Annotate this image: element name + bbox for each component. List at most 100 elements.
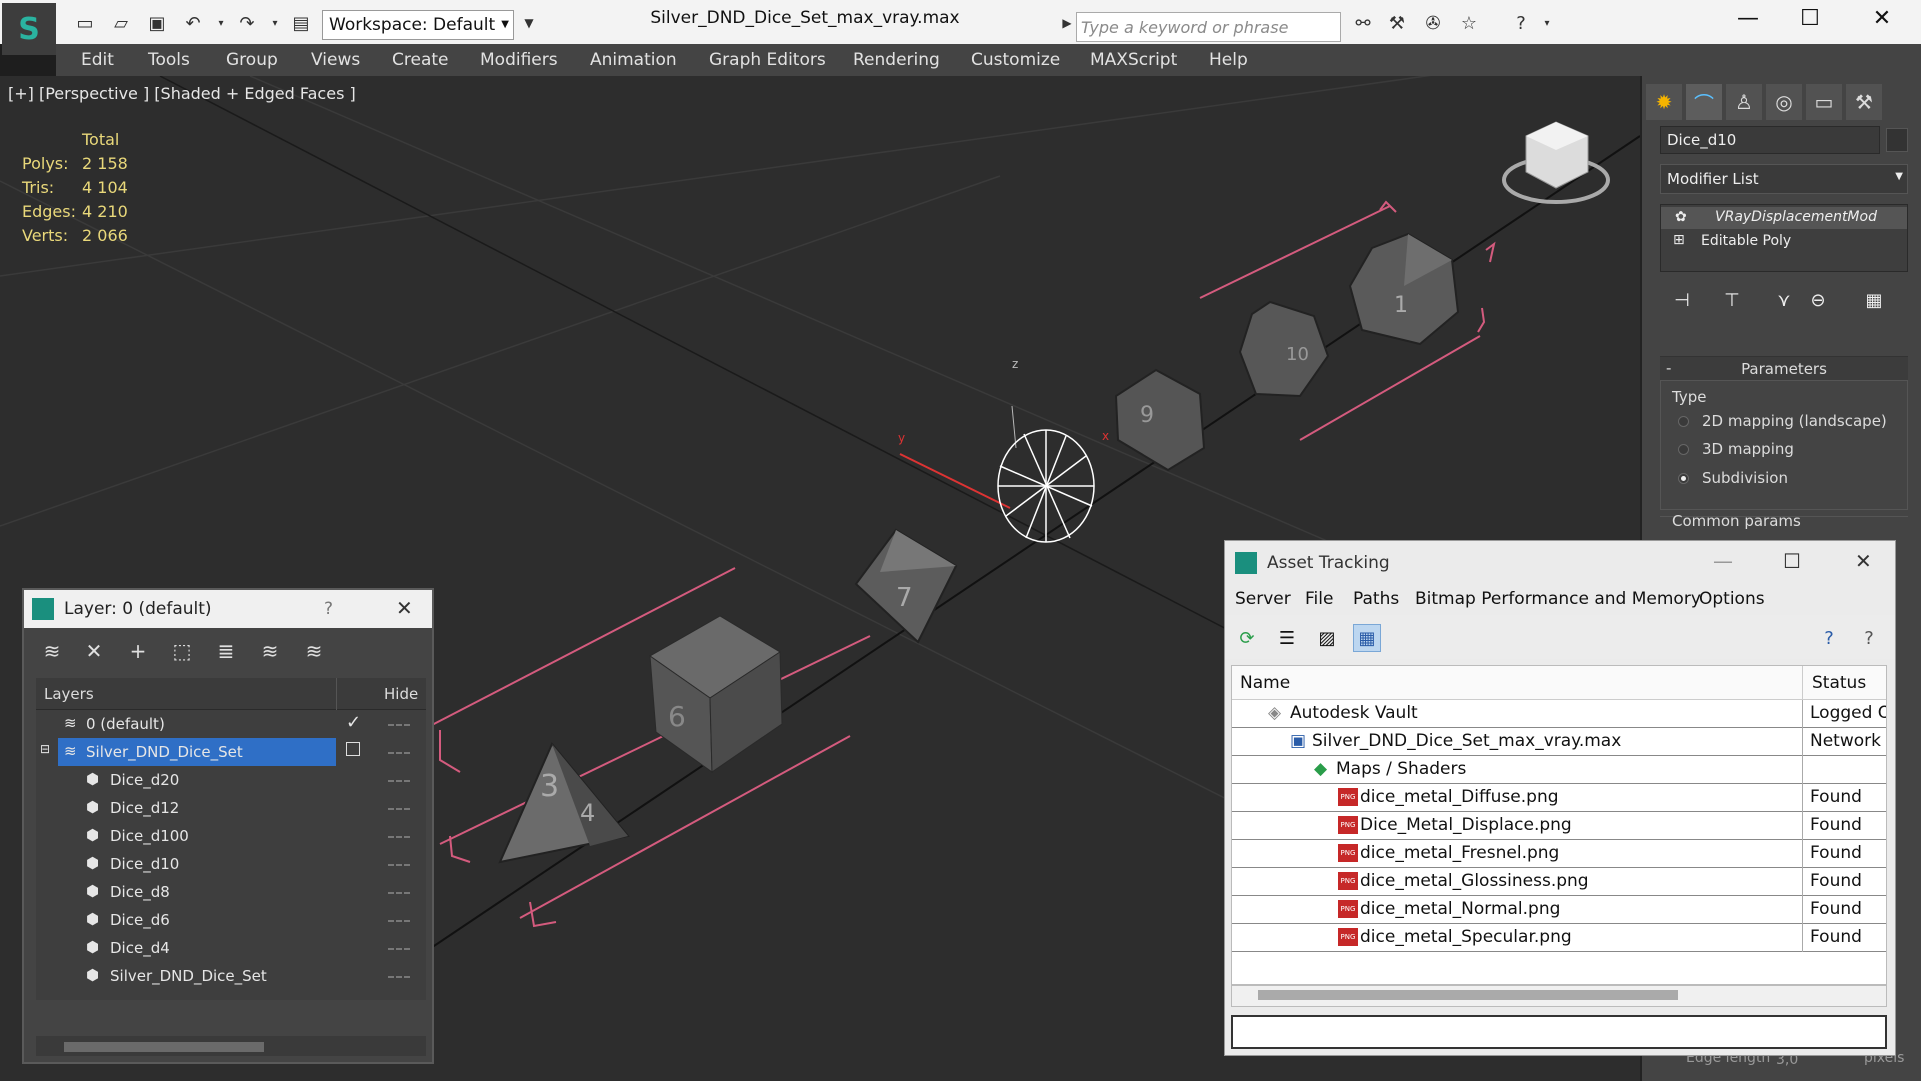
- tools-icon[interactable]: ⚒: [1384, 10, 1410, 36]
- asset-row-texture[interactable]: PNG dice_metal_Normal.png Found: [1232, 896, 1886, 924]
- column-header-hide[interactable]: Hide: [384, 685, 418, 703]
- communication-icon[interactable]: ✇: [1420, 10, 1446, 36]
- menu-create[interactable]: Create: [392, 50, 449, 70]
- utilities-tab-icon[interactable]: ⚒: [1846, 84, 1882, 120]
- asset-tracking-titlebar[interactable]: Asset Tracking — ☐ ✕: [1225, 541, 1895, 585]
- asset-row-maps-shaders[interactable]: ◆ Maps / Shaders: [1232, 756, 1886, 784]
- expand-plus-icon[interactable]: ⊞: [1673, 232, 1685, 248]
- layer-row-dice-d20[interactable]: ⬢ Dice_d20: [36, 766, 426, 794]
- collapse-minus-icon[interactable]: ⊟: [40, 742, 50, 756]
- asset-row-texture[interactable]: PNG dice_metal_Diffuse.png Found: [1232, 784, 1886, 812]
- object-name-field[interactable]: Dice_d10: [1660, 126, 1880, 154]
- refresh-icon[interactable]: ⟳: [1233, 624, 1261, 652]
- layer-row-silver-dnd-dice-set-object[interactable]: ⬢ Silver_DND_Dice_Set: [36, 962, 426, 990]
- minimize-button[interactable]: —: [1728, 6, 1768, 36]
- layer-row-dice-d100[interactable]: ⬢ Dice_d100: [36, 822, 426, 850]
- hierarchy-tab-icon[interactable]: ♙: [1726, 84, 1762, 120]
- hide-toggle[interactable]: [388, 752, 410, 755]
- delete-layer-icon[interactable]: ✕: [80, 638, 108, 664]
- current-layer-check-icon[interactable]: ✓: [346, 712, 361, 733]
- layer-row-dice-d6[interactable]: ⬢ Dice_d6: [36, 906, 426, 934]
- new-file-icon[interactable]: ▭: [72, 10, 98, 36]
- radio-3d-mapping[interactable]: [1678, 444, 1689, 455]
- menu-server[interactable]: Server: [1235, 589, 1291, 609]
- undo-dropdown-icon[interactable]: ▾: [208, 10, 234, 36]
- project-icon[interactable]: ▤: [288, 10, 314, 36]
- add-to-layer-icon[interactable]: +: [124, 638, 152, 664]
- minimize-button[interactable]: —: [1713, 549, 1733, 573]
- context-help-icon[interactable]: ?: [1855, 624, 1883, 652]
- menu-animation[interactable]: Animation: [590, 50, 677, 70]
- layer-row-silver-dnd-dice-set[interactable]: ⊟ ≋ Silver_DND_Dice_Set: [36, 738, 426, 766]
- search-input[interactable]: Type a keyword or phrase: [1076, 12, 1341, 42]
- maximize-button[interactable]: ☐: [1790, 6, 1830, 36]
- menu-modifiers[interactable]: Modifiers: [480, 50, 558, 70]
- select-objects-icon[interactable]: ⬚: [168, 638, 196, 664]
- pin-stack-icon[interactable]: ⊣: [1668, 286, 1696, 314]
- maximize-button[interactable]: ☐: [1783, 549, 1801, 573]
- help-question-icon[interactable]: ?: [324, 599, 333, 619]
- close-button[interactable]: ✕: [1862, 6, 1902, 36]
- menu-customize[interactable]: Customize: [971, 50, 1060, 70]
- modifier-list-dropdown[interactable]: Modifier List ▼: [1660, 164, 1908, 194]
- layer-row-default[interactable]: ≋ 0 (default) ✓: [36, 710, 426, 738]
- object-color-swatch[interactable]: [1886, 128, 1908, 152]
- menu-edit[interactable]: Edit: [81, 50, 114, 70]
- menu-rendering[interactable]: Rendering: [853, 50, 940, 70]
- asset-row-texture[interactable]: PNG dice_metal_Specular.png Found: [1232, 924, 1886, 952]
- hide-toggle[interactable]: [388, 864, 410, 867]
- layer-explorer-titlebar[interactable]: Layer: 0 (default) ? ✕: [24, 590, 432, 628]
- configure-modifier-sets-icon[interactable]: ▦: [1860, 286, 1888, 314]
- asset-row-autodesk-vault[interactable]: ◈ Autodesk Vault Logged O: [1232, 700, 1886, 728]
- hide-toggle[interactable]: [388, 780, 410, 783]
- asset-horizontal-scrollbar[interactable]: [1231, 985, 1887, 1007]
- asset-row-texture[interactable]: PNG dice_metal_Fresnel.png Found: [1232, 840, 1886, 868]
- close-icon[interactable]: ✕: [396, 596, 413, 620]
- asset-row-texture[interactable]: PNG Dice_Metal_Displace.png Found: [1232, 812, 1886, 840]
- list-view-icon[interactable]: ☰: [1273, 624, 1301, 652]
- help-icon[interactable]: ?: [1815, 624, 1843, 652]
- column-header-layers[interactable]: Layers: [44, 685, 94, 703]
- menu-views[interactable]: Views: [311, 50, 360, 70]
- parameters-rollout-header[interactable]: - Parameters: [1660, 356, 1908, 380]
- menu-options[interactable]: Options: [1699, 589, 1765, 609]
- display-tab-icon[interactable]: ▭: [1806, 84, 1842, 120]
- menu-maxscript[interactable]: MAXScript: [1090, 50, 1177, 70]
- layer-row-dice-d4[interactable]: ⬢ Dice_d4: [36, 934, 426, 962]
- radio-subdivision[interactable]: [1678, 473, 1689, 484]
- menu-group[interactable]: Group: [226, 50, 278, 70]
- set-current-layer-icon[interactable]: ≋: [256, 638, 284, 664]
- select-layers-icon[interactable]: ≣: [212, 638, 240, 664]
- menu-paths[interactable]: Paths: [1353, 589, 1399, 609]
- hide-toggle[interactable]: [388, 976, 410, 979]
- hide-toggle[interactable]: [388, 892, 410, 895]
- menu-help[interactable]: Help: [1209, 50, 1248, 70]
- make-unique-icon[interactable]: ⋎: [1770, 286, 1798, 314]
- column-header-status[interactable]: Status: [1812, 673, 1866, 693]
- binoculars-icon[interactable]: ⚯: [1350, 10, 1376, 36]
- set-current-checkbox[interactable]: [346, 742, 360, 756]
- layer-row-dice-d8[interactable]: ⬢ Dice_d8: [36, 878, 426, 906]
- undo-icon[interactable]: ↶: [180, 10, 206, 36]
- show-end-result-icon[interactable]: ⊤: [1718, 286, 1746, 314]
- table-view-icon[interactable]: ▦: [1353, 624, 1381, 652]
- viewport-label[interactable]: [+] [Perspective ] [Shaded + Edged Faces…: [8, 84, 356, 103]
- remove-modifier-icon[interactable]: ⊖: [1804, 286, 1832, 314]
- create-layer-icon[interactable]: ≋: [38, 638, 66, 664]
- workspace-menu-icon[interactable]: ▼: [516, 10, 542, 36]
- help-dropdown-icon[interactable]: ▾: [1534, 10, 1560, 36]
- layer-horizontal-scrollbar[interactable]: [36, 1036, 426, 1056]
- stack-item-vraydisplacement[interactable]: ✿ VRayDisplacementMod: [1661, 207, 1907, 229]
- hide-toggle[interactable]: [388, 920, 410, 923]
- close-button[interactable]: ✕: [1855, 549, 1872, 573]
- asset-row-texture[interactable]: PNG dice_metal_Glossiness.png Found: [1232, 868, 1886, 896]
- open-folder-icon[interactable]: ▱: [108, 10, 134, 36]
- thumbnail-view-icon[interactable]: ▨: [1313, 624, 1341, 652]
- asset-row-max-file[interactable]: ▣ Silver_DND_Dice_Set_max_vray.max Networ…: [1232, 728, 1886, 756]
- menu-tools[interactable]: Tools: [148, 50, 190, 70]
- redo-dropdown-icon[interactable]: ▾: [262, 10, 288, 36]
- menu-bitmap-performance[interactable]: Bitmap Performance and Memory: [1415, 589, 1701, 609]
- asset-path-field[interactable]: [1231, 1015, 1887, 1049]
- hide-toggle[interactable]: [388, 808, 410, 811]
- help-icon[interactable]: ?: [1508, 10, 1534, 36]
